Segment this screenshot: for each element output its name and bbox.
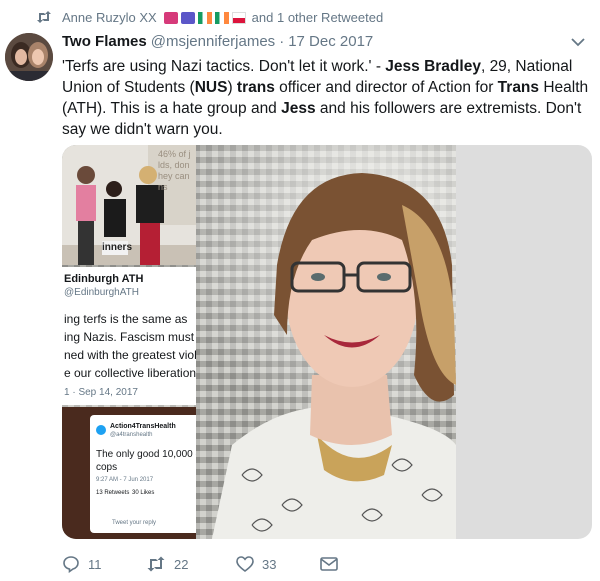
- display-name[interactable]: Two Flames: [62, 33, 147, 50]
- tweet-text-part: officer and director of Action for: [274, 79, 498, 96]
- retweeter-name[interactable]: Anne Ruzylo XX: [62, 10, 157, 25]
- message-icon: [320, 557, 338, 571]
- like-button[interactable]: 33: [236, 556, 320, 572]
- bird-icon: [96, 425, 106, 435]
- tweet-text-bold: Jess: [281, 100, 316, 117]
- embedded-date: 1 · Sep 14, 2017: [64, 387, 138, 398]
- embedded-line: ing Nazis. Fascism must b: [64, 330, 196, 344]
- tweet-text-bold: Trans: [497, 79, 540, 96]
- card-meta: 9:27 AM - 7 Jun 2017: [96, 477, 154, 483]
- retweet-count: 22: [174, 556, 189, 572]
- tweet-text-part: ): [227, 79, 237, 96]
- slide-line: hey can: [158, 171, 190, 181]
- slide-line: ns: [158, 182, 168, 192]
- card-retweets: 13 Retweets: [96, 490, 130, 496]
- retweet-icon: [36, 11, 54, 23]
- card-text: The only good 10,000 co: [96, 449, 196, 460]
- retweet-suffix: and 1 other Retweeted: [251, 9, 384, 25]
- embedded-line: e our collective liberation fr: [64, 366, 196, 380]
- shirt-text: inners: [102, 242, 133, 253]
- polish-flag-icon: [231, 12, 246, 25]
- embedded-account: Edinburgh ATH: [64, 273, 144, 285]
- retweet-icon: [147, 556, 165, 572]
- retweet-button[interactable]: 22: [146, 556, 236, 572]
- caret-down-icon[interactable]: [571, 34, 585, 52]
- like-icon: [236, 556, 254, 572]
- reply-count: 11: [88, 556, 102, 572]
- embedded-card: Action4TransHealth @a4transhealth The on…: [90, 415, 196, 533]
- slide-line: lds, don: [158, 160, 190, 170]
- medical-symbol-icon: [180, 12, 195, 25]
- tweet-text-bold: trans: [236, 79, 275, 96]
- tweet-date[interactable]: 17 Dec 2017: [288, 33, 373, 50]
- reply-icon: [63, 556, 79, 573]
- card-handle: @a4transhealth: [110, 432, 153, 438]
- embedded-handle: @EdinburghATH: [64, 287, 139, 298]
- message-button[interactable]: [320, 557, 338, 571]
- embedded-line: ned with the greatest violer: [64, 348, 196, 362]
- card-reply: Tweet your reply: [112, 520, 157, 526]
- separator: ·: [279, 33, 285, 50]
- tweet-header: Two Flames @msjenniferjames · 17 Dec 201…: [62, 33, 373, 50]
- card-text: cops: [96, 462, 118, 473]
- retweet-context: Anne Ruzylo XX and 1 other Retweeted: [36, 8, 383, 26]
- emoji-flags: [161, 10, 246, 25]
- irish-flag-icon: [197, 12, 212, 25]
- embedded-tweet-screenshot[interactable]: Edinburgh ATH @EdinburghATH ing terfs is…: [62, 267, 196, 405]
- embedded-line: ing terfs is the same as: [64, 312, 188, 326]
- tweet-text-bold: NUS: [194, 79, 228, 96]
- female-symbol-icon: [163, 12, 178, 25]
- tweet-text-part: 'Terfs are using Nazi tactics. Don't let…: [62, 58, 386, 75]
- card-account: Action4TransHealth: [110, 423, 176, 430]
- card-likes: 30 Likes: [132, 490, 155, 496]
- reply-button[interactable]: 11: [62, 555, 146, 573]
- slide-text: 46% of j lds, don hey can ns: [158, 149, 191, 193]
- side-photo-bottom[interactable]: Action4TransHealth @a4transhealth The on…: [62, 407, 196, 539]
- tweet-text: 'Terfs are using Nazi tactics. Don't let…: [62, 56, 594, 140]
- tweet-media[interactable]: 46% of j lds, don hey can ns inners Edin…: [62, 145, 592, 539]
- like-count: 33: [262, 556, 277, 572]
- tweet-actions: 11 22 33: [62, 555, 338, 573]
- avatar[interactable]: [5, 33, 53, 81]
- tweet-text-bold: Jess Bradley: [385, 58, 481, 75]
- user-handle[interactable]: @msjenniferjames: [151, 33, 275, 50]
- slide-line: 46% of j: [158, 149, 191, 159]
- irish-flag-icon: [214, 12, 229, 25]
- side-photo-top[interactable]: 46% of j lds, don hey can ns inners: [62, 145, 196, 265]
